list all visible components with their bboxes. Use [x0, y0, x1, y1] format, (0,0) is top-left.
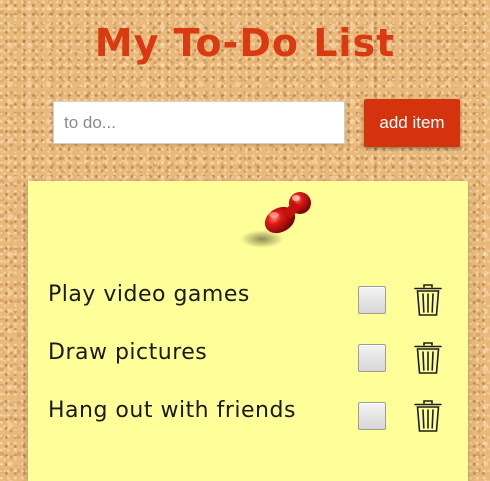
todo-item-label: Draw pictures: [48, 340, 208, 365]
trash-icon[interactable]: [413, 283, 443, 317]
list-item: Hang out with friends: [28, 397, 468, 437]
trash-icon[interactable]: [413, 341, 443, 375]
todo-item-label: Play video games: [48, 282, 250, 307]
page-title: My To-Do List: [94, 21, 396, 65]
todo-list-note: Play video games Draw pictures Hang out wi…: [28, 181, 468, 481]
todo-item-label: Hang out with friends: [48, 398, 296, 423]
done-checkbox[interactable]: [358, 344, 386, 372]
trash-icon[interactable]: [413, 399, 443, 433]
add-item-button[interactable]: add item: [364, 99, 460, 147]
push-pin-icon: [240, 192, 311, 248]
done-checkbox[interactable]: [358, 286, 386, 314]
list-item: Play video games: [28, 281, 468, 321]
list-item: Draw pictures: [28, 339, 468, 379]
done-checkbox[interactable]: [358, 402, 386, 430]
todo-input[interactable]: [53, 101, 345, 144]
